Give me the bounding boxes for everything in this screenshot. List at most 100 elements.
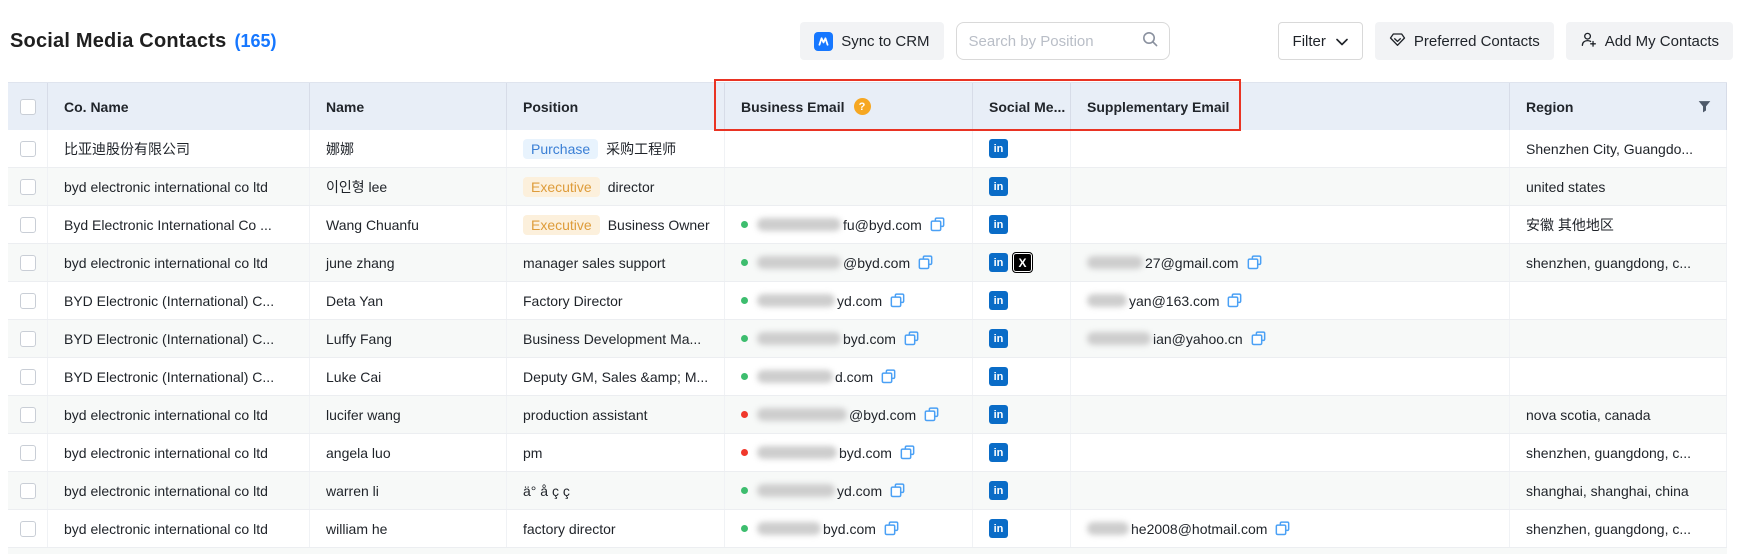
- region-filter-funnel-icon[interactable]: [1697, 99, 1712, 117]
- topbar-actions: Sync to CRM Filter Preferred Contacts: [800, 22, 1733, 60]
- copy-icon[interactable]: [1250, 330, 1267, 347]
- row-checkbox[interactable]: [20, 179, 36, 195]
- linkedin-icon[interactable]: in: [989, 443, 1008, 462]
- row-checkbox[interactable]: [20, 521, 36, 537]
- email-status-dot: [741, 373, 748, 380]
- social-media-cell: in X: [973, 244, 1071, 281]
- social-media-cell: in: [973, 282, 1071, 319]
- co-name-cell: byd electronic international co ltd: [48, 168, 310, 205]
- business-email-cell: byd.com: [725, 510, 973, 547]
- position-cell: manager sales support: [507, 244, 725, 281]
- select-all-checkbox[interactable]: [20, 99, 36, 115]
- row-checkbox[interactable]: [20, 331, 36, 347]
- search-box[interactable]: [956, 22, 1170, 60]
- preferred-contacts-button[interactable]: Preferred Contacts: [1375, 22, 1554, 60]
- row-checkbox[interactable]: [20, 483, 36, 499]
- region-cell: [1510, 282, 1727, 319]
- copy-icon[interactable]: [1246, 254, 1263, 271]
- contacts-count: (165): [234, 31, 276, 52]
- table-row: byd electronic international co ltdwarre…: [8, 472, 1727, 510]
- row-checkbox[interactable]: [20, 407, 36, 423]
- region-label: Region: [1526, 99, 1573, 115]
- chevron-down-icon: [1336, 33, 1348, 50]
- copy-icon[interactable]: [1274, 520, 1291, 537]
- linkedin-icon[interactable]: in: [989, 139, 1008, 158]
- email-status-dot: [741, 411, 748, 418]
- name-cell: lucifer wang: [310, 396, 507, 433]
- sync-to-crm-button[interactable]: Sync to CRM: [800, 22, 943, 60]
- linkedin-icon[interactable]: in: [989, 177, 1008, 196]
- row-select-cell: [8, 396, 48, 433]
- linkedin-icon[interactable]: in: [989, 519, 1008, 538]
- copy-icon[interactable]: [929, 216, 946, 233]
- supplementary-email-cell: [1071, 130, 1510, 167]
- copy-icon[interactable]: [880, 368, 897, 385]
- table-row: BYD Electronic (International) C...Deta …: [8, 282, 1727, 320]
- region-cell: shenzhen, guangdong, c...: [1510, 510, 1727, 547]
- copy-icon[interactable]: [1226, 292, 1243, 309]
- copy-icon[interactable]: [903, 330, 920, 347]
- copy-icon[interactable]: [889, 292, 906, 309]
- partial-row: [8, 548, 1727, 554]
- supplementary-email-cell: ian@yahoo.cn: [1071, 320, 1510, 357]
- linkedin-icon[interactable]: in: [989, 291, 1008, 310]
- redacted-email-part: [757, 408, 847, 421]
- position-badge: Executive: [523, 215, 600, 235]
- business-email-cell: [725, 168, 973, 205]
- copy-icon[interactable]: [883, 520, 900, 537]
- search-icon[interactable]: [1141, 30, 1159, 53]
- email-visible-part: fu@byd.com: [843, 217, 922, 233]
- filter-button[interactable]: Filter: [1278, 22, 1363, 60]
- row-checkbox[interactable]: [20, 255, 36, 271]
- social-media-cell: in: [973, 434, 1071, 471]
- x-icon[interactable]: X: [1013, 253, 1032, 272]
- linkedin-icon[interactable]: in: [989, 405, 1008, 424]
- search-input[interactable]: [969, 33, 1141, 50]
- help-question-icon[interactable]: ?: [854, 98, 871, 115]
- table-row: BYD Electronic (International) C...Luke …: [8, 358, 1727, 396]
- table-row: Byd Electronic International Co ...Wang …: [8, 206, 1727, 244]
- copy-icon[interactable]: [889, 482, 906, 499]
- contacts-table: Co. Name Name Position Business Email ? …: [8, 82, 1727, 554]
- row-select-cell: [8, 168, 48, 205]
- linkedin-icon[interactable]: in: [989, 367, 1008, 386]
- social-media-cell: in: [973, 130, 1071, 167]
- email-status-dot: [741, 487, 748, 494]
- row-checkbox[interactable]: [20, 293, 36, 309]
- table-row: BYD Electronic (International) C...Luffy…: [8, 320, 1727, 358]
- email-status-dot: [741, 525, 748, 532]
- linkedin-icon[interactable]: in: [989, 329, 1008, 348]
- business-email-cell: yd.com: [725, 282, 973, 319]
- email-visible-part: @byd.com: [843, 255, 910, 271]
- linkedin-icon[interactable]: in: [989, 253, 1008, 272]
- linkedin-icon[interactable]: in: [989, 481, 1008, 500]
- social-media-cell: in: [973, 168, 1071, 205]
- business-email-cell: byd.com: [725, 434, 973, 471]
- linkedin-icon[interactable]: in: [989, 215, 1008, 234]
- add-my-contacts-label: Add My Contacts: [1605, 33, 1719, 50]
- col-header-co-name: Co. Name: [48, 83, 310, 130]
- email-visible-part: yd.com: [837, 483, 882, 499]
- position-text: manager sales support: [523, 255, 665, 271]
- add-my-contacts-button[interactable]: Add My Contacts: [1566, 22, 1733, 60]
- position-cell: pm: [507, 434, 725, 471]
- email-status-dot: [741, 221, 748, 228]
- copy-icon[interactable]: [923, 406, 940, 423]
- row-checkbox[interactable]: [20, 369, 36, 385]
- co-name-cell: Byd Electronic International Co ...: [48, 206, 310, 243]
- region-cell: shenzhen, guangdong, c...: [1510, 434, 1727, 471]
- co-name-cell: byd electronic international co ltd: [48, 396, 310, 433]
- email-status-dot: [741, 449, 748, 456]
- row-select-cell: [8, 282, 48, 319]
- row-checkbox[interactable]: [20, 141, 36, 157]
- redacted-email-part: [1087, 522, 1129, 535]
- sync-to-crm-label: Sync to CRM: [841, 33, 929, 50]
- copy-icon[interactable]: [917, 254, 934, 271]
- table-body: 比亚迪股份有限公司娜娜Purchase采购工程师inShenzhen City,…: [8, 130, 1727, 554]
- copy-icon[interactable]: [899, 444, 916, 461]
- business-email-cell: fu@byd.com: [725, 206, 973, 243]
- filter-label: Filter: [1293, 33, 1326, 50]
- business-email-label: Business Email: [741, 99, 845, 115]
- row-checkbox[interactable]: [20, 217, 36, 233]
- row-checkbox[interactable]: [20, 445, 36, 461]
